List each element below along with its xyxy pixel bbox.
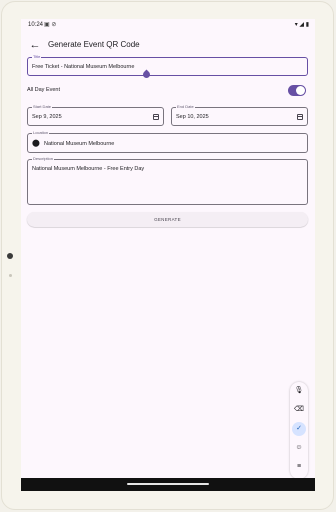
status-bar: 10:24 ▣ ⊘ ▾ ◢ ▮ xyxy=(21,19,315,33)
mic-icon[interactable]: 🎙 xyxy=(290,384,308,398)
location-pin-icon: ⬤ xyxy=(32,140,40,147)
title-field-value: Free Ticket - National Museum Melbourne xyxy=(32,64,135,70)
backspace-icon[interactable]: ⌫ xyxy=(290,403,308,417)
start-date-label: Start Date xyxy=(32,104,53,110)
status-notification-icons: ▣ ⊘ xyxy=(44,22,57,28)
navigation-bar xyxy=(21,478,315,491)
text-cursor-handle[interactable] xyxy=(141,69,152,80)
calendar-icon[interactable] xyxy=(153,114,159,120)
description-value: National Museum Melbourne - Free Entry D… xyxy=(32,166,145,172)
all-day-toggle[interactable] xyxy=(288,85,306,96)
location-field[interactable]: Location ⬤ National Museum Melbourne xyxy=(27,130,308,153)
status-system-icons: ▾ ◢ ▮ xyxy=(294,22,309,28)
description-label: Description xyxy=(32,156,55,162)
title-field-label: Title xyxy=(32,54,42,60)
title-field[interactable]: Title Free Ticket - National Museum Melb… xyxy=(27,54,308,80)
all-day-label: All Day Event xyxy=(27,87,61,93)
keyboard-toolbar: 🎙 ⌫ ✓ ☺ ≡ xyxy=(290,382,308,479)
back-arrow-icon[interactable]: ← xyxy=(26,36,44,54)
menu-icon[interactable]: ≡ xyxy=(290,460,308,474)
end-date-field[interactable]: End Date Sep 10, 2025 xyxy=(171,104,308,126)
description-field[interactable]: Description National Museum Melbourne - … xyxy=(27,156,308,205)
sensor-dot xyxy=(9,274,12,277)
end-date-value: Sep 10, 2025 xyxy=(176,114,209,120)
app-screen: 10:24 ▣ ⊘ ▾ ◢ ▮ ← Generate Event QR Code… xyxy=(21,19,315,491)
location-label: Location xyxy=(32,130,50,136)
check-icon[interactable]: ✓ xyxy=(292,422,306,436)
home-gesture-handle[interactable] xyxy=(127,483,209,485)
calendar-icon[interactable] xyxy=(297,114,303,120)
page-title: Generate Event QR Code xyxy=(48,40,140,49)
toggle-knob xyxy=(296,86,305,95)
camera xyxy=(7,253,13,259)
end-date-label: End Date xyxy=(176,104,195,110)
start-date-value: Sep 9, 2025 xyxy=(32,114,62,120)
emoji-icon[interactable]: ☺ xyxy=(290,441,308,455)
location-value: National Museum Melbourne xyxy=(44,141,115,147)
top-app-bar: ← Generate Event QR Code xyxy=(21,33,315,59)
generate-button[interactable]: GENERATE xyxy=(27,212,308,227)
start-date-field[interactable]: Start Date Sep 9, 2025 xyxy=(27,104,164,126)
status-time: 10:24 xyxy=(28,22,44,28)
